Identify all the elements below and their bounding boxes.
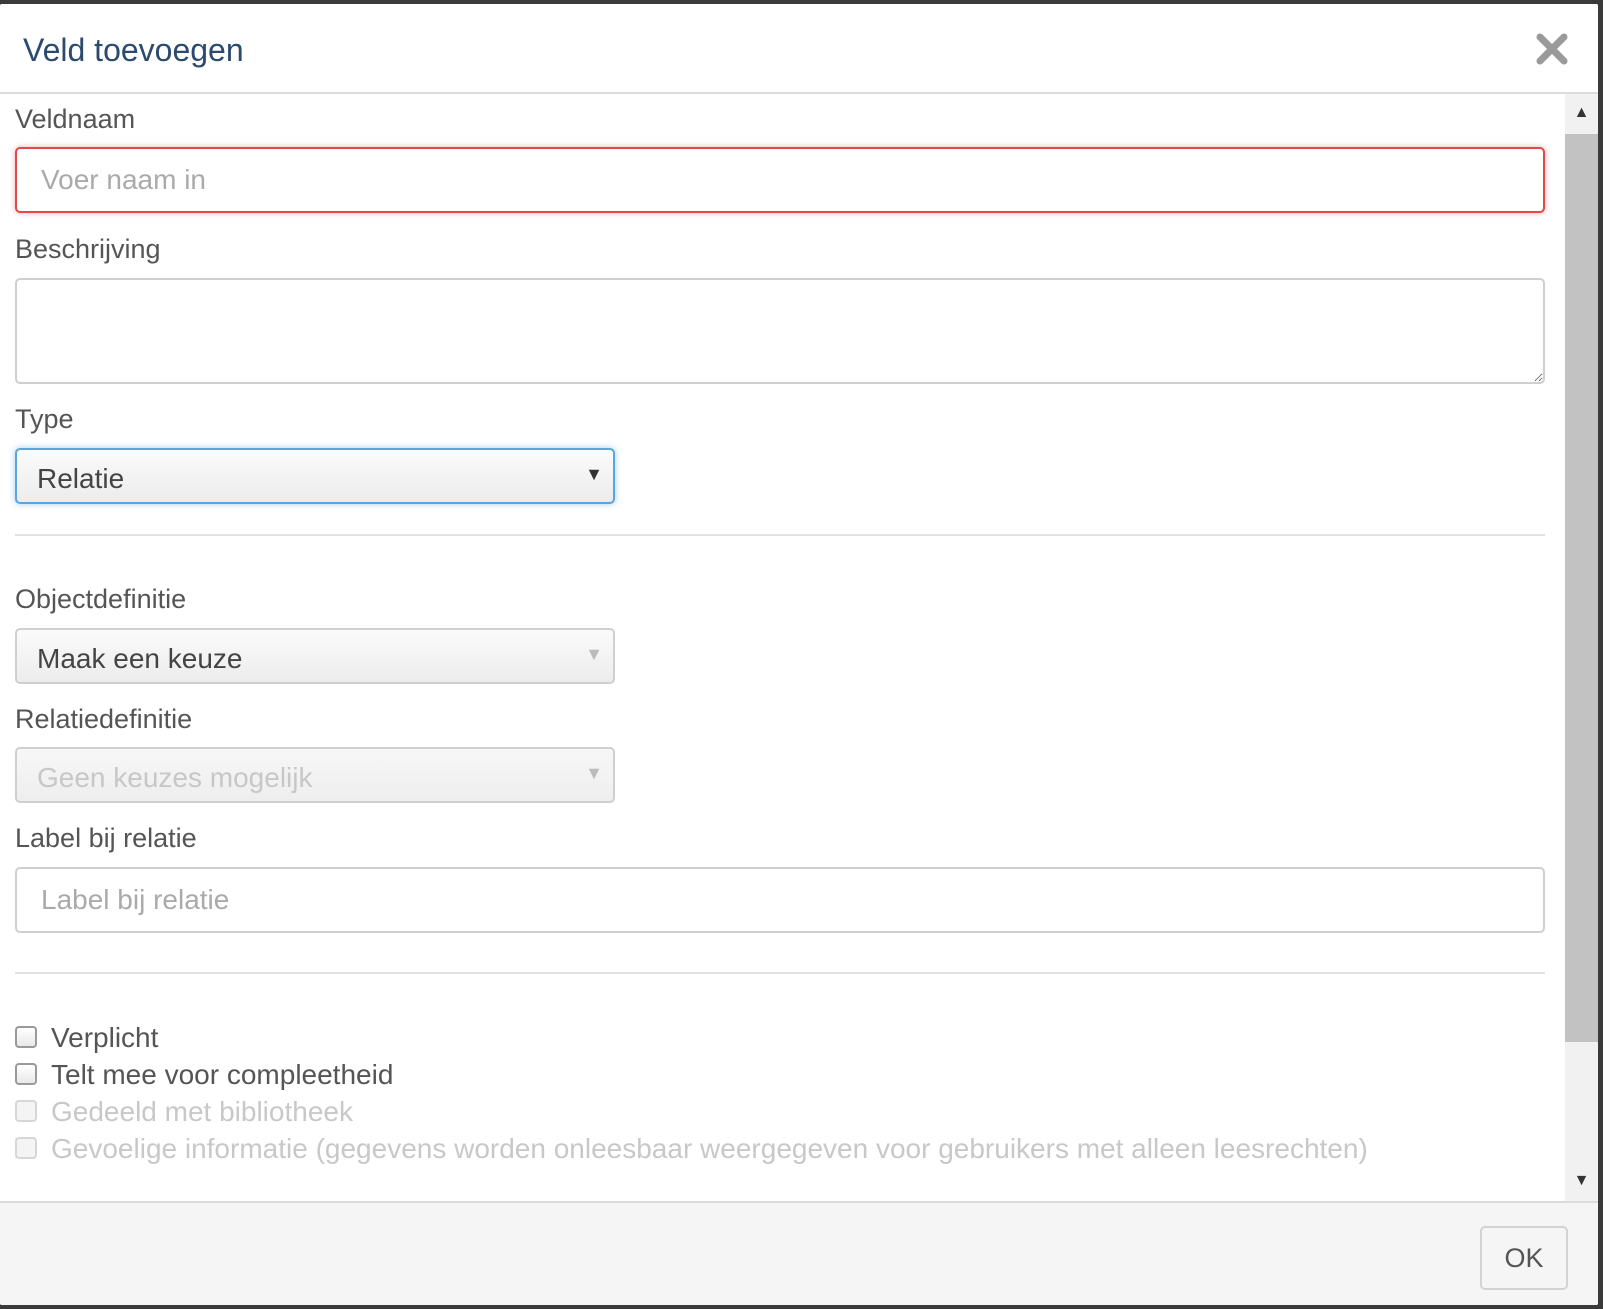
vertical-scrollbar[interactable]: ▲ ▼	[1565, 94, 1598, 1201]
description-label: Beschrijving	[15, 234, 161, 264]
scroll-up-arrow-icon[interactable]: ▲	[1565, 98, 1598, 128]
checkbox	[15, 1100, 37, 1122]
objectdefinition-label: Objectdefinitie	[15, 584, 187, 614]
checkbox-label: Gevoelige informatie (gegevens worden on…	[51, 1133, 1368, 1164]
relationdefinition-select-value: Geen keuzes mogelijk	[37, 762, 313, 793]
fieldname-label: Veldnaam	[15, 104, 136, 134]
objectdefinition-select[interactable]: Maak een keuze ▼	[15, 628, 615, 684]
add-field-dialog: Veld toevoegen Veldnaam Beschrijving Typ…	[0, 4, 1598, 1305]
checkbox-label: Verplicht	[51, 1022, 159, 1053]
checkbox[interactable]	[15, 1063, 37, 1085]
caret-down-icon: ▼	[585, 644, 603, 664]
dialog-footer: OK	[0, 1201, 1598, 1305]
ok-button[interactable]: OK	[1480, 1226, 1568, 1290]
scroll-down-arrow-icon[interactable]: ▼	[1565, 1166, 1598, 1196]
type-label: Type	[15, 404, 74, 434]
divider	[15, 534, 1545, 536]
relation-label-label: Label bij relatie	[15, 823, 197, 853]
scrollbar-thumb[interactable]	[1565, 134, 1598, 1042]
dialog-title: Veld toevoegen	[23, 32, 244, 68]
divider	[15, 972, 1545, 974]
caret-down-icon: ▼	[585, 464, 603, 484]
description-textarea[interactable]	[15, 278, 1545, 384]
checkbox[interactable]	[15, 1026, 37, 1048]
fieldname-input[interactable]	[15, 147, 1545, 213]
checkbox-label: Telt mee voor compleetheid	[51, 1059, 394, 1090]
close-icon[interactable]	[1535, 32, 1569, 66]
dialog-body: Veldnaam Beschrijving Type Relatie ▼ Obj…	[0, 94, 1598, 1201]
objectdefinition-select-value: Maak een keuze	[37, 643, 243, 674]
relationdefinition-select: Geen keuzes mogelijk ▼	[15, 747, 615, 803]
relationdefinition-label: Relatiedefinitie	[15, 704, 193, 734]
checkbox-label: Gedeeld met bibliotheek	[51, 1096, 353, 1127]
type-select-value: Relatie	[37, 463, 125, 494]
dialog-header: Veld toevoegen	[0, 4, 1598, 94]
checkbox	[15, 1137, 37, 1159]
type-select[interactable]: Relatie ▼	[15, 448, 615, 504]
relation-label-input[interactable]	[15, 867, 1545, 933]
caret-down-icon: ▼	[585, 763, 603, 783]
